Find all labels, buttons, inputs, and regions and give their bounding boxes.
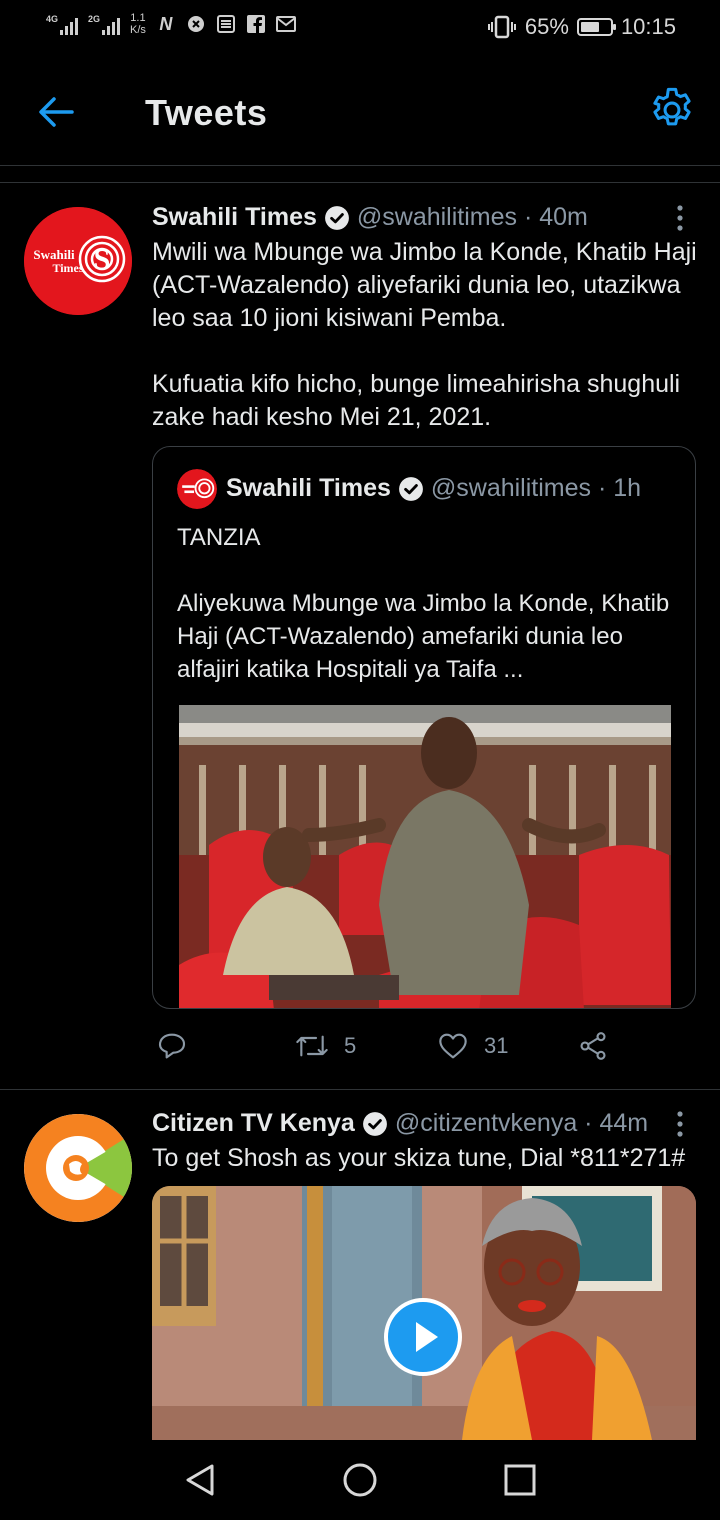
avatar-citizen-tv[interactable] [24, 1114, 132, 1222]
tweet-citizen-tv[interactable]: Citizen TV Kenya @citizentvkenya · 44m T… [0, 0, 720, 1440]
author-handle-time: @citizentvkenya · 44m [394, 1109, 649, 1137]
system-nav-bar [0, 1440, 720, 1520]
more-options-button[interactable] [668, 1109, 692, 1139]
circle-home-icon [343, 1463, 377, 1497]
author-name[interactable]: Citizen TV Kenya [152, 1109, 355, 1138]
verified-badge-icon [362, 1111, 387, 1136]
play-icon [416, 1322, 438, 1352]
square-recents-icon [504, 1464, 536, 1496]
nav-back-button[interactable] [180, 1460, 220, 1500]
tweet-video[interactable] [152, 1186, 696, 1440]
tweet-header: Citizen TV Kenya @citizentvkenya · 44m [152, 1109, 648, 1138]
citizen-tv-logo [24, 1114, 132, 1222]
play-button[interactable] [384, 1298, 462, 1376]
tweet-text: To get Shosh as your skiza tune, Dial *8… [152, 1144, 686, 1172]
nav-recents-button[interactable] [500, 1460, 540, 1500]
nav-home-button[interactable] [340, 1460, 380, 1500]
more-vertical-icon [677, 1111, 683, 1137]
triangle-back-icon [186, 1464, 214, 1496]
